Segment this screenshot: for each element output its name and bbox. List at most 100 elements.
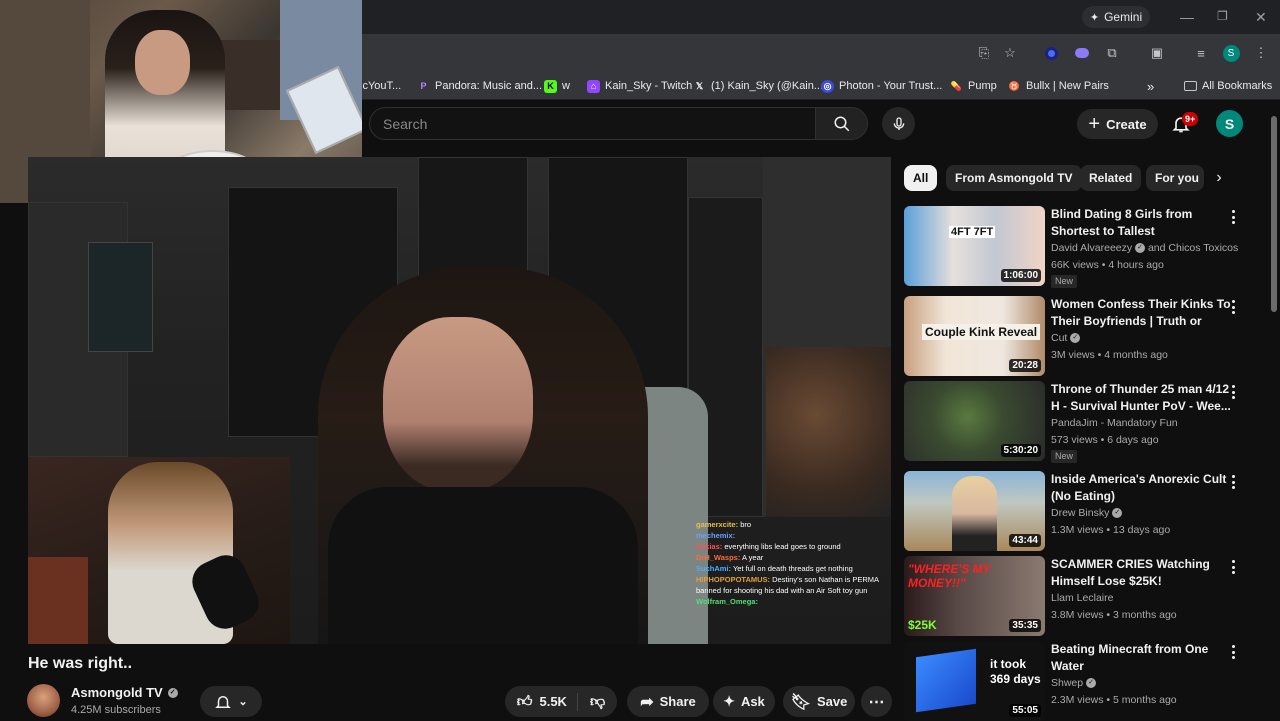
video-thumbnail[interactable]: Couple Kink Reveal 20:28	[904, 296, 1045, 376]
video-thumbnail[interactable]: 43:44	[904, 471, 1045, 551]
bookmark-item[interactable]: ♉ Bullx | New Pairs	[1008, 77, 1109, 95]
channel-name[interactable]: Llam Leclaire	[1051, 590, 1113, 606]
pump-icon: 💊	[950, 80, 963, 91]
chat-message: DrH_Wasps: A year	[696, 552, 891, 563]
chat-message: Zokias: everything libs lead goes to gro…	[696, 541, 891, 552]
video-title[interactable]: Throne of Thunder 25 man 4/12 H - Surviv…	[1051, 381, 1231, 414]
extension-purple-icon[interactable]	[1073, 44, 1091, 62]
channel-name[interactable]: Shwep ✓	[1051, 675, 1097, 691]
recommendation-item[interactable]: it took 369 days 55:05 Beating Minecraft…	[904, 641, 1264, 721]
save-button[interactable]: 🔖︎ Save	[783, 686, 855, 717]
bookmark-star-icon[interactable]: ☆	[1001, 44, 1019, 62]
chip-for-you[interactable]: For you	[1146, 165, 1204, 191]
video-thumbnail[interactable]: 5:30:20	[904, 381, 1045, 461]
scrollbar-thumb[interactable]	[1271, 116, 1277, 312]
more-actions-icon[interactable]: ⋯	[861, 686, 892, 717]
video-meta: 66K views • 4 hours ago	[1051, 259, 1164, 271]
more-options-icon[interactable]	[1229, 383, 1237, 401]
chip-related[interactable]: Related	[1080, 165, 1142, 191]
search-input[interactable]: Search	[369, 107, 815, 140]
extensions-puzzle-icon[interactable]: ⧉	[1103, 44, 1121, 62]
video-meta: 573 views • 6 days ago	[1051, 434, 1159, 446]
video-meta: 1.3M views • 13 days ago	[1051, 524, 1171, 536]
ask-button[interactable]: ✦ Ask	[713, 686, 775, 717]
microphone-icon	[893, 116, 904, 130]
chip-all[interactable]: All	[904, 165, 938, 191]
chat-username: HIPHOPOPOTAMUS:	[696, 575, 771, 584]
video-title[interactable]: Inside America's Anorexic Cult (No Eatin…	[1051, 471, 1231, 504]
chevron-right-icon[interactable]: ›	[1206, 165, 1232, 191]
minimize-icon[interactable]: —	[1180, 9, 1194, 25]
bookmark-item[interactable]: Kw	[544, 77, 570, 95]
all-bookmarks-button[interactable]: All Bookmarks	[1184, 77, 1272, 95]
sparkle-icon: ✦	[723, 693, 735, 709]
more-options-icon[interactable]	[1229, 643, 1237, 661]
voice-search-button[interactable]	[882, 107, 915, 140]
channel-name[interactable]: PandaJim - Mandatory Fun	[1051, 415, 1178, 431]
video-title[interactable]: Beating Minecraft from One Water	[1051, 641, 1231, 674]
install-app-icon[interactable]: ⎘	[975, 44, 993, 62]
plus-icon: +	[1088, 113, 1101, 135]
recommendation-item[interactable]: 4FT 7FT 1:06:00 Blind Dating 8 Girls fro…	[904, 206, 1264, 288]
more-options-icon[interactable]	[1229, 558, 1237, 576]
video-thumbnail[interactable]: it took 369 days 55:05	[904, 641, 1045, 721]
profile-avatar[interactable]: S	[1222, 44, 1240, 62]
kick-icon: K	[544, 79, 557, 93]
subscription-bell-button[interactable]: ⌄	[200, 686, 262, 717]
chat-message: mechemix:	[696, 530, 891, 541]
browser-menu-icon[interactable]: ⋮	[1252, 44, 1270, 62]
notification-badge: 9+	[1182, 112, 1199, 126]
recommendation-item[interactable]: Couple Kink Reveal 20:28 Women Confess T…	[904, 296, 1264, 376]
close-icon[interactable]: ✕	[1255, 9, 1267, 26]
chat-username: gamerxcite:	[696, 520, 739, 529]
bookmarks-overflow-icon[interactable]: »	[1147, 77, 1154, 95]
x-icon: 𝕏	[695, 80, 704, 91]
bookmark-item[interactable]: 💊 Pump	[950, 77, 997, 95]
channel-name[interactable]: Cut ✓	[1051, 330, 1081, 346]
extension-blue-icon[interactable]	[1042, 44, 1060, 62]
dislike-button[interactable]: 👎︎	[584, 693, 605, 711]
channel-name[interactable]: Drew Binsky ✓	[1051, 505, 1123, 521]
channel-name[interactable]: Asmongold TV ✓	[71, 685, 178, 700]
main-person-shirt	[328, 487, 638, 644]
chip-from-channel[interactable]: From Asmongold TV	[946, 165, 1082, 191]
like-button[interactable]: 👍︎ 5.5K	[517, 692, 578, 711]
bookmark-item[interactable]: 𝕏 (1) Kain_Sky (@Kain...	[693, 77, 823, 95]
video-title[interactable]: Women Confess Their Kinks To Their Boyfr…	[1051, 296, 1231, 330]
bookmark-item[interactable]: ◎ Photon - Your Trust...	[821, 77, 942, 95]
account-avatar[interactable]: S	[1216, 110, 1243, 137]
create-button[interactable]: + Create	[1077, 109, 1158, 139]
pip-webcam	[28, 457, 290, 644]
chat-message: Wolfram_Omega:	[696, 596, 891, 607]
recommendation-item[interactable]: 43:44 Inside America's Anorexic Cult (No…	[904, 471, 1264, 551]
media-control-icon[interactable]: ≡	[1192, 44, 1210, 62]
search-button[interactable]	[815, 107, 868, 140]
channel-avatar[interactable]	[27, 684, 60, 717]
more-options-icon[interactable]	[1229, 298, 1237, 316]
chat-username: Zokias:	[696, 542, 723, 551]
subscriber-count: 4.25M subscribers	[71, 704, 161, 716]
channel-name[interactable]: David Alvareeezy ✓ and Chicos Toxicos	[1051, 240, 1238, 256]
more-options-icon[interactable]	[1229, 473, 1237, 491]
bookmark-item[interactable]: icYouT...	[360, 77, 401, 95]
video-player[interactable]: gamerxcite: bro mechemix: Zokias: everyth…	[28, 157, 891, 644]
video-title[interactable]: Blind Dating 8 Girls from Shortest to Ta…	[1051, 206, 1231, 239]
video-thumbnail[interactable]: "WHERE'S MY MONEY!!" $25K 35:35	[904, 556, 1045, 636]
chat-text: everything libs lead goes to ground	[724, 542, 841, 551]
recommendation-item[interactable]: "WHERE'S MY MONEY!!" $25K 35:35 SCAMMER …	[904, 556, 1264, 636]
bookmark-item[interactable]: ⌂ Kain_Sky - Twitch	[587, 77, 692, 95]
chat-message: gamerxcite: bro	[696, 519, 891, 530]
pandora-icon: P	[420, 80, 427, 91]
video-thumbnail[interactable]: 4FT 7FT 1:06:00	[904, 206, 1045, 286]
chat-username: Wolfram_Omega:	[696, 597, 758, 606]
restore-icon[interactable]: ❐	[1217, 9, 1228, 23]
share-button[interactable]: ➦ Share	[627, 686, 709, 717]
more-options-icon[interactable]	[1229, 208, 1237, 226]
recommendation-item[interactable]: 5:30:20 Throne of Thunder 25 man 4/12 H …	[904, 381, 1264, 463]
bullx-icon: ♉	[1008, 80, 1021, 91]
gemini-button[interactable]: ✦ Gemini	[1082, 6, 1150, 28]
chat-text: bro	[740, 520, 752, 529]
sidepanel-icon[interactable]: ▣	[1148, 44, 1166, 62]
video-title[interactable]: SCAMMER CRIES Watching Himself Lose $25K…	[1051, 556, 1231, 589]
bookmark-item[interactable]: P Pandora: Music and...	[417, 77, 542, 95]
